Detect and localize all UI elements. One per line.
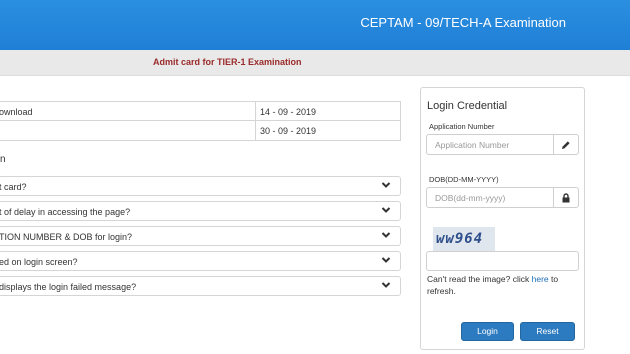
schedule-date: 14 - 09 - 2019 (255, 102, 401, 121)
lock-icon (553, 188, 578, 207)
dob-group (426, 187, 579, 208)
captcha-image: ww964 (433, 227, 495, 251)
reset-button[interactable]: Reset (520, 322, 575, 341)
schedule-row: 30 - 09 - 2019 (0, 121, 400, 140)
login-title: Login Credential (427, 100, 508, 112)
dob-label: DOB(DD-MM-YYYY) (429, 175, 499, 184)
faq-item[interactable]: TION NUMBER & DOB for login? (0, 226, 401, 246)
faq-question: TION NUMBER & DOB for login? (0, 232, 133, 242)
application-number-group (426, 134, 579, 155)
faq-question: ed on login screen? (0, 257, 78, 267)
chevron-down-icon (381, 257, 391, 263)
faq-item[interactable]: displays the login failed message? (0, 276, 401, 296)
login-button[interactable]: Login (461, 322, 514, 341)
schedule-label: ownload (0, 107, 33, 117)
chevron-down-icon (381, 207, 391, 213)
dob-input[interactable] (427, 188, 553, 207)
faq-item[interactable]: ed on login screen? (0, 251, 401, 271)
faq-question: t of delay in accessing the page? (0, 207, 131, 217)
chevron-down-icon (381, 232, 391, 238)
login-panel: Login Credential Application Number DOB(… (420, 87, 585, 350)
help-prefix: Can't read the image? click (427, 274, 532, 284)
faq-heading: n (0, 154, 6, 165)
faq-item[interactable]: t card? (0, 176, 401, 196)
top-header: CEPTAM - 09/TECH-A Examination (0, 0, 630, 50)
captcha-input[interactable] (426, 251, 579, 271)
schedule-row: ownload 14 - 09 - 2019 (0, 102, 400, 121)
captcha-text: ww964 (436, 231, 484, 247)
chevron-down-icon (381, 182, 391, 188)
faq-question: displays the login failed message? (0, 282, 137, 292)
application-number-label: Application Number (429, 122, 495, 131)
application-number-input[interactable] (427, 135, 553, 154)
captcha-help: Can't read the image? click here to refr… (427, 273, 577, 297)
chevron-down-icon (381, 282, 391, 288)
pencil-icon (553, 135, 578, 154)
schedule-table: ownload 14 - 09 - 2019 30 - 09 - 2019 (0, 101, 401, 141)
admit-card-title: Admit card for TIER-1 Examination (153, 57, 302, 67)
faq-item[interactable]: t of delay in accessing the page? (0, 201, 401, 221)
schedule-date: 30 - 09 - 2019 (255, 121, 401, 140)
exam-title: CEPTAM - 09/TECH-A Examination (360, 15, 566, 30)
faq-question: t card? (0, 182, 27, 192)
refresh-link[interactable]: here (532, 274, 549, 284)
sub-header: Admit card for TIER-1 Examination (0, 50, 630, 76)
